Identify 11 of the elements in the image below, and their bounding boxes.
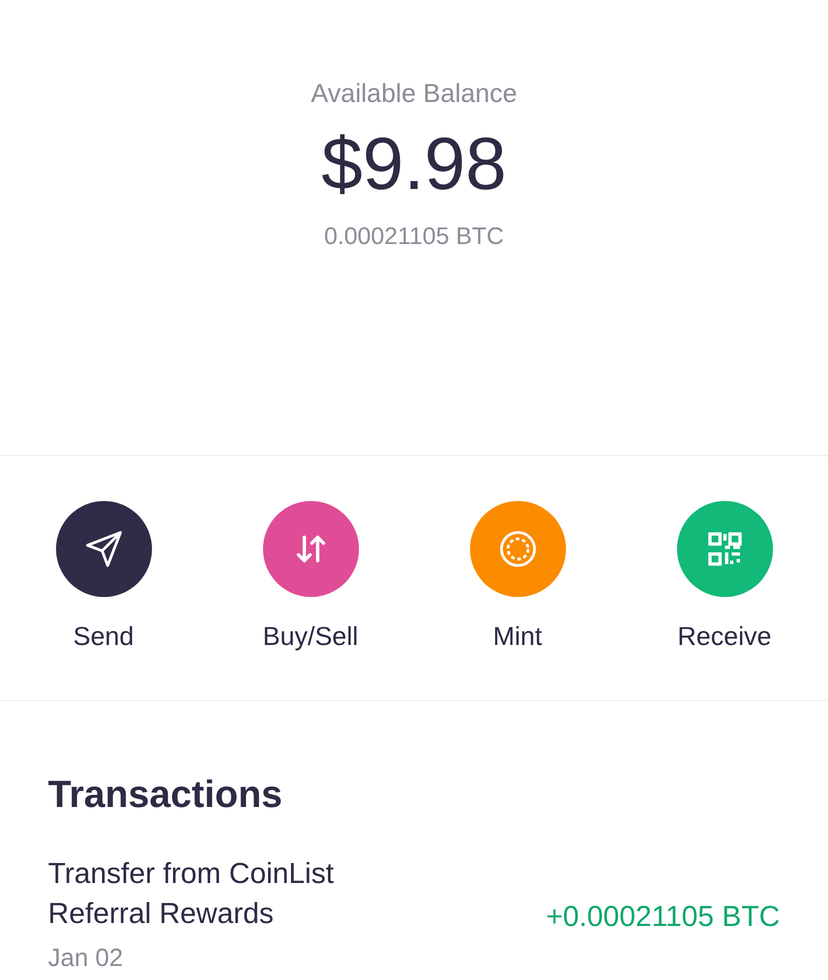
action-label: Receive — [678, 620, 772, 653]
transaction-description: Transfer from CoinList Referral Rewards — [48, 857, 335, 932]
transaction-date: Jan 02 — [48, 943, 124, 974]
transaction-amount: +0.00021105 BTC — [546, 900, 780, 935]
section-title: Transactions — [48, 773, 284, 818]
balance-amount: $9.98 — [321, 127, 507, 201]
balance-crypto: 0.00021105 BTC — [324, 222, 504, 252]
balance-label: Available Balance — [310, 77, 518, 110]
action-label: Send — [73, 620, 134, 653]
action-label: Buy/Sell — [262, 620, 358, 653]
action-label: Mint — [492, 620, 542, 653]
